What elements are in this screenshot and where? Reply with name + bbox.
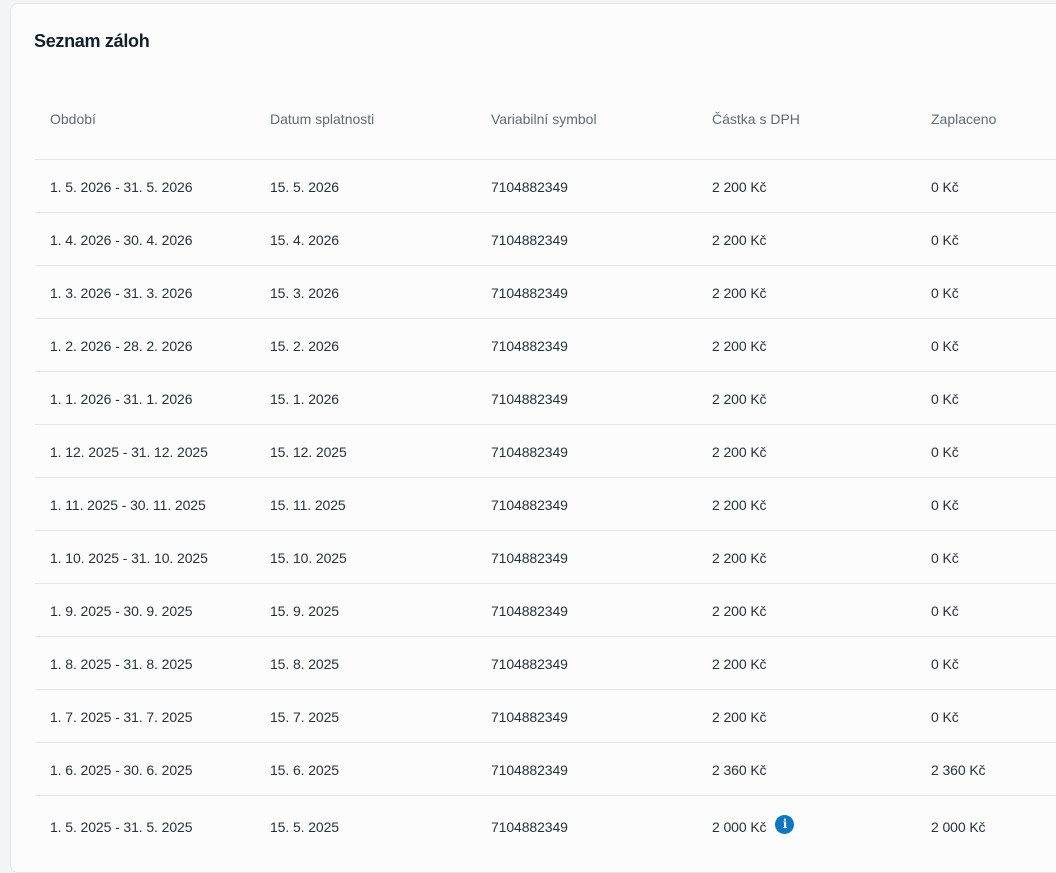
cell-period: 1. 6. 2025 - 30. 6. 2025 [50,762,193,778]
cell-due-date: 15. 10. 2025 [270,550,347,566]
cell-variable-symbol: 7104882349 [491,338,568,354]
cell-period: 1. 5. 2026 - 31. 5. 2026 [50,179,193,195]
cell-paid: 0 Kč [931,709,959,725]
cell-variable-symbol: 7104882349 [491,603,568,619]
cell-paid: 0 Kč [931,656,959,672]
cell-variable-symbol: 7104882349 [491,709,568,725]
cell-period: 1. 3. 2026 - 31. 3. 2026 [50,285,193,301]
table-row: 1. 10. 2025 - 31. 10. 2025 15. 10. 2025 … [35,531,1056,584]
cell-variable-symbol: 7104882349 [491,550,568,566]
cell-variable-symbol: 7104882349 [491,656,568,672]
header-amount: Částka s DPH [712,111,800,127]
cell-due-date: 15. 3. 2026 [270,285,339,301]
table-row: 1. 4. 2026 - 30. 4. 2026 15. 4. 2026 710… [35,213,1056,266]
cell-variable-symbol: 7104882349 [491,179,568,195]
page-title: Seznam záloh [34,31,150,51]
cell-variable-symbol: 7104882349 [491,285,568,301]
cell-variable-symbol: 7104882349 [491,497,568,513]
cell-period: 1. 1. 2026 - 31. 1. 2026 [50,391,193,407]
cell-paid: 0 Kč [931,338,959,354]
table-row: 1. 9. 2025 - 30. 9. 2025 15. 9. 2025 710… [35,584,1056,637]
table-row: 1. 2. 2026 - 28. 2. 2026 15. 2. 2026 710… [35,319,1056,372]
cell-period: 1. 9. 2025 - 30. 9. 2025 [50,603,193,619]
cell-amount-with-info: 2 000 Kč i [712,815,795,838]
cell-due-date: 15. 5. 2025 [270,819,339,835]
cell-variable-symbol: 7104882349 [491,444,568,460]
cell-period: 1. 10. 2025 - 31. 10. 2025 [50,550,208,566]
cell-due-date: 15. 12. 2025 [270,444,347,460]
cell-amount: 2 200 Kč [712,444,767,460]
cell-amount: 2 000 Kč [712,819,767,836]
cell-amount: 2 200 Kč [712,232,767,248]
deposits-table: Období Datum splatnosti Variabilní symbo… [35,81,1056,856]
table-row: 1. 6. 2025 - 30. 6. 2025 15. 6. 2025 710… [35,743,1056,796]
header-variable-symbol: Variabilní symbol [491,111,597,127]
deposits-card: Seznam záloh Období Datum splatnosti Var… [10,3,1056,873]
cell-paid: 2 000 Kč [931,819,986,835]
cell-amount: 2 200 Kč [712,179,767,195]
header-due-date: Datum splatnosti [270,111,375,127]
cell-period: 1. 12. 2025 - 31. 12. 2025 [50,444,208,460]
cell-due-date: 15. 9. 2025 [270,603,339,619]
cell-due-date: 15. 4. 2026 [270,232,339,248]
cell-paid: 0 Kč [931,391,959,407]
info-icon[interactable]: i [775,815,795,834]
cell-amount: 2 200 Kč [712,550,767,566]
cell-period: 1. 11. 2025 - 30. 11. 2025 [50,497,206,513]
table-row: 1. 3. 2026 - 31. 3. 2026 15. 3. 2026 710… [35,266,1056,319]
table-row: 1. 12. 2025 - 31. 12. 2025 15. 12. 2025 … [35,425,1056,478]
cell-amount: 2 200 Kč [712,338,767,354]
header-paid: Zaplaceno [931,111,997,127]
cell-variable-symbol: 7104882349 [491,232,568,248]
cell-paid: 0 Kč [931,550,959,566]
table-row: 1. 5. 2025 - 31. 5. 2025 15. 5. 2025 710… [35,796,1056,856]
cell-variable-symbol: 7104882349 [491,391,568,407]
table-row: 1. 8. 2025 - 31. 8. 2025 15. 8. 2025 710… [35,637,1056,690]
table-header: Období Datum splatnosti Variabilní symbo… [35,81,1056,160]
cell-variable-symbol: 7104882349 [491,819,568,835]
cell-due-date: 15. 1. 2026 [270,391,339,407]
cell-variable-symbol: 7104882349 [491,762,568,778]
cell-amount: 2 200 Kč [712,603,767,619]
cell-period: 1. 4. 2026 - 30. 4. 2026 [50,232,193,248]
cell-paid: 0 Kč [931,285,959,301]
cell-period: 1. 7. 2025 - 31. 7. 2025 [50,709,193,725]
cell-amount: 2 200 Kč [712,391,767,407]
table-row: 1. 5. 2026 - 31. 5. 2026 15. 5. 2026 710… [35,160,1056,213]
cell-paid: 0 Kč [931,603,959,619]
cell-paid: 0 Kč [931,232,959,248]
cell-amount: 2 200 Kč [712,656,767,672]
cell-due-date: 15. 5. 2026 [270,179,339,195]
cell-paid: 0 Kč [931,444,959,460]
cell-paid: 2 360 Kč [931,762,986,778]
cell-due-date: 15. 6. 2025 [270,762,339,778]
cell-amount: 2 200 Kč [712,709,767,725]
cell-due-date: 15. 7. 2025 [270,709,339,725]
cell-period: 1. 5. 2025 - 31. 5. 2025 [50,819,193,835]
cell-due-date: 15. 2. 2026 [270,338,339,354]
cell-due-date: 15. 11. 2025 [270,497,346,513]
cell-period: 1. 2. 2026 - 28. 2. 2026 [50,338,193,354]
table-row: 1. 7. 2025 - 31. 7. 2025 15. 7. 2025 710… [35,690,1056,743]
cell-amount: 2 200 Kč [712,285,767,301]
table-row: 1. 1. 2026 - 31. 1. 2026 15. 1. 2026 710… [35,372,1056,425]
cell-amount: 2 360 Kč [712,762,767,778]
table-row: 1. 11. 2025 - 30. 11. 2025 15. 11. 2025 … [35,478,1056,531]
cell-due-date: 15. 8. 2025 [270,656,339,672]
header-period: Období [50,111,96,127]
cell-paid: 0 Kč [931,179,959,195]
cell-period: 1. 8. 2025 - 31. 8. 2025 [50,656,193,672]
cell-paid: 0 Kč [931,497,959,513]
cell-amount: 2 200 Kč [712,497,767,513]
